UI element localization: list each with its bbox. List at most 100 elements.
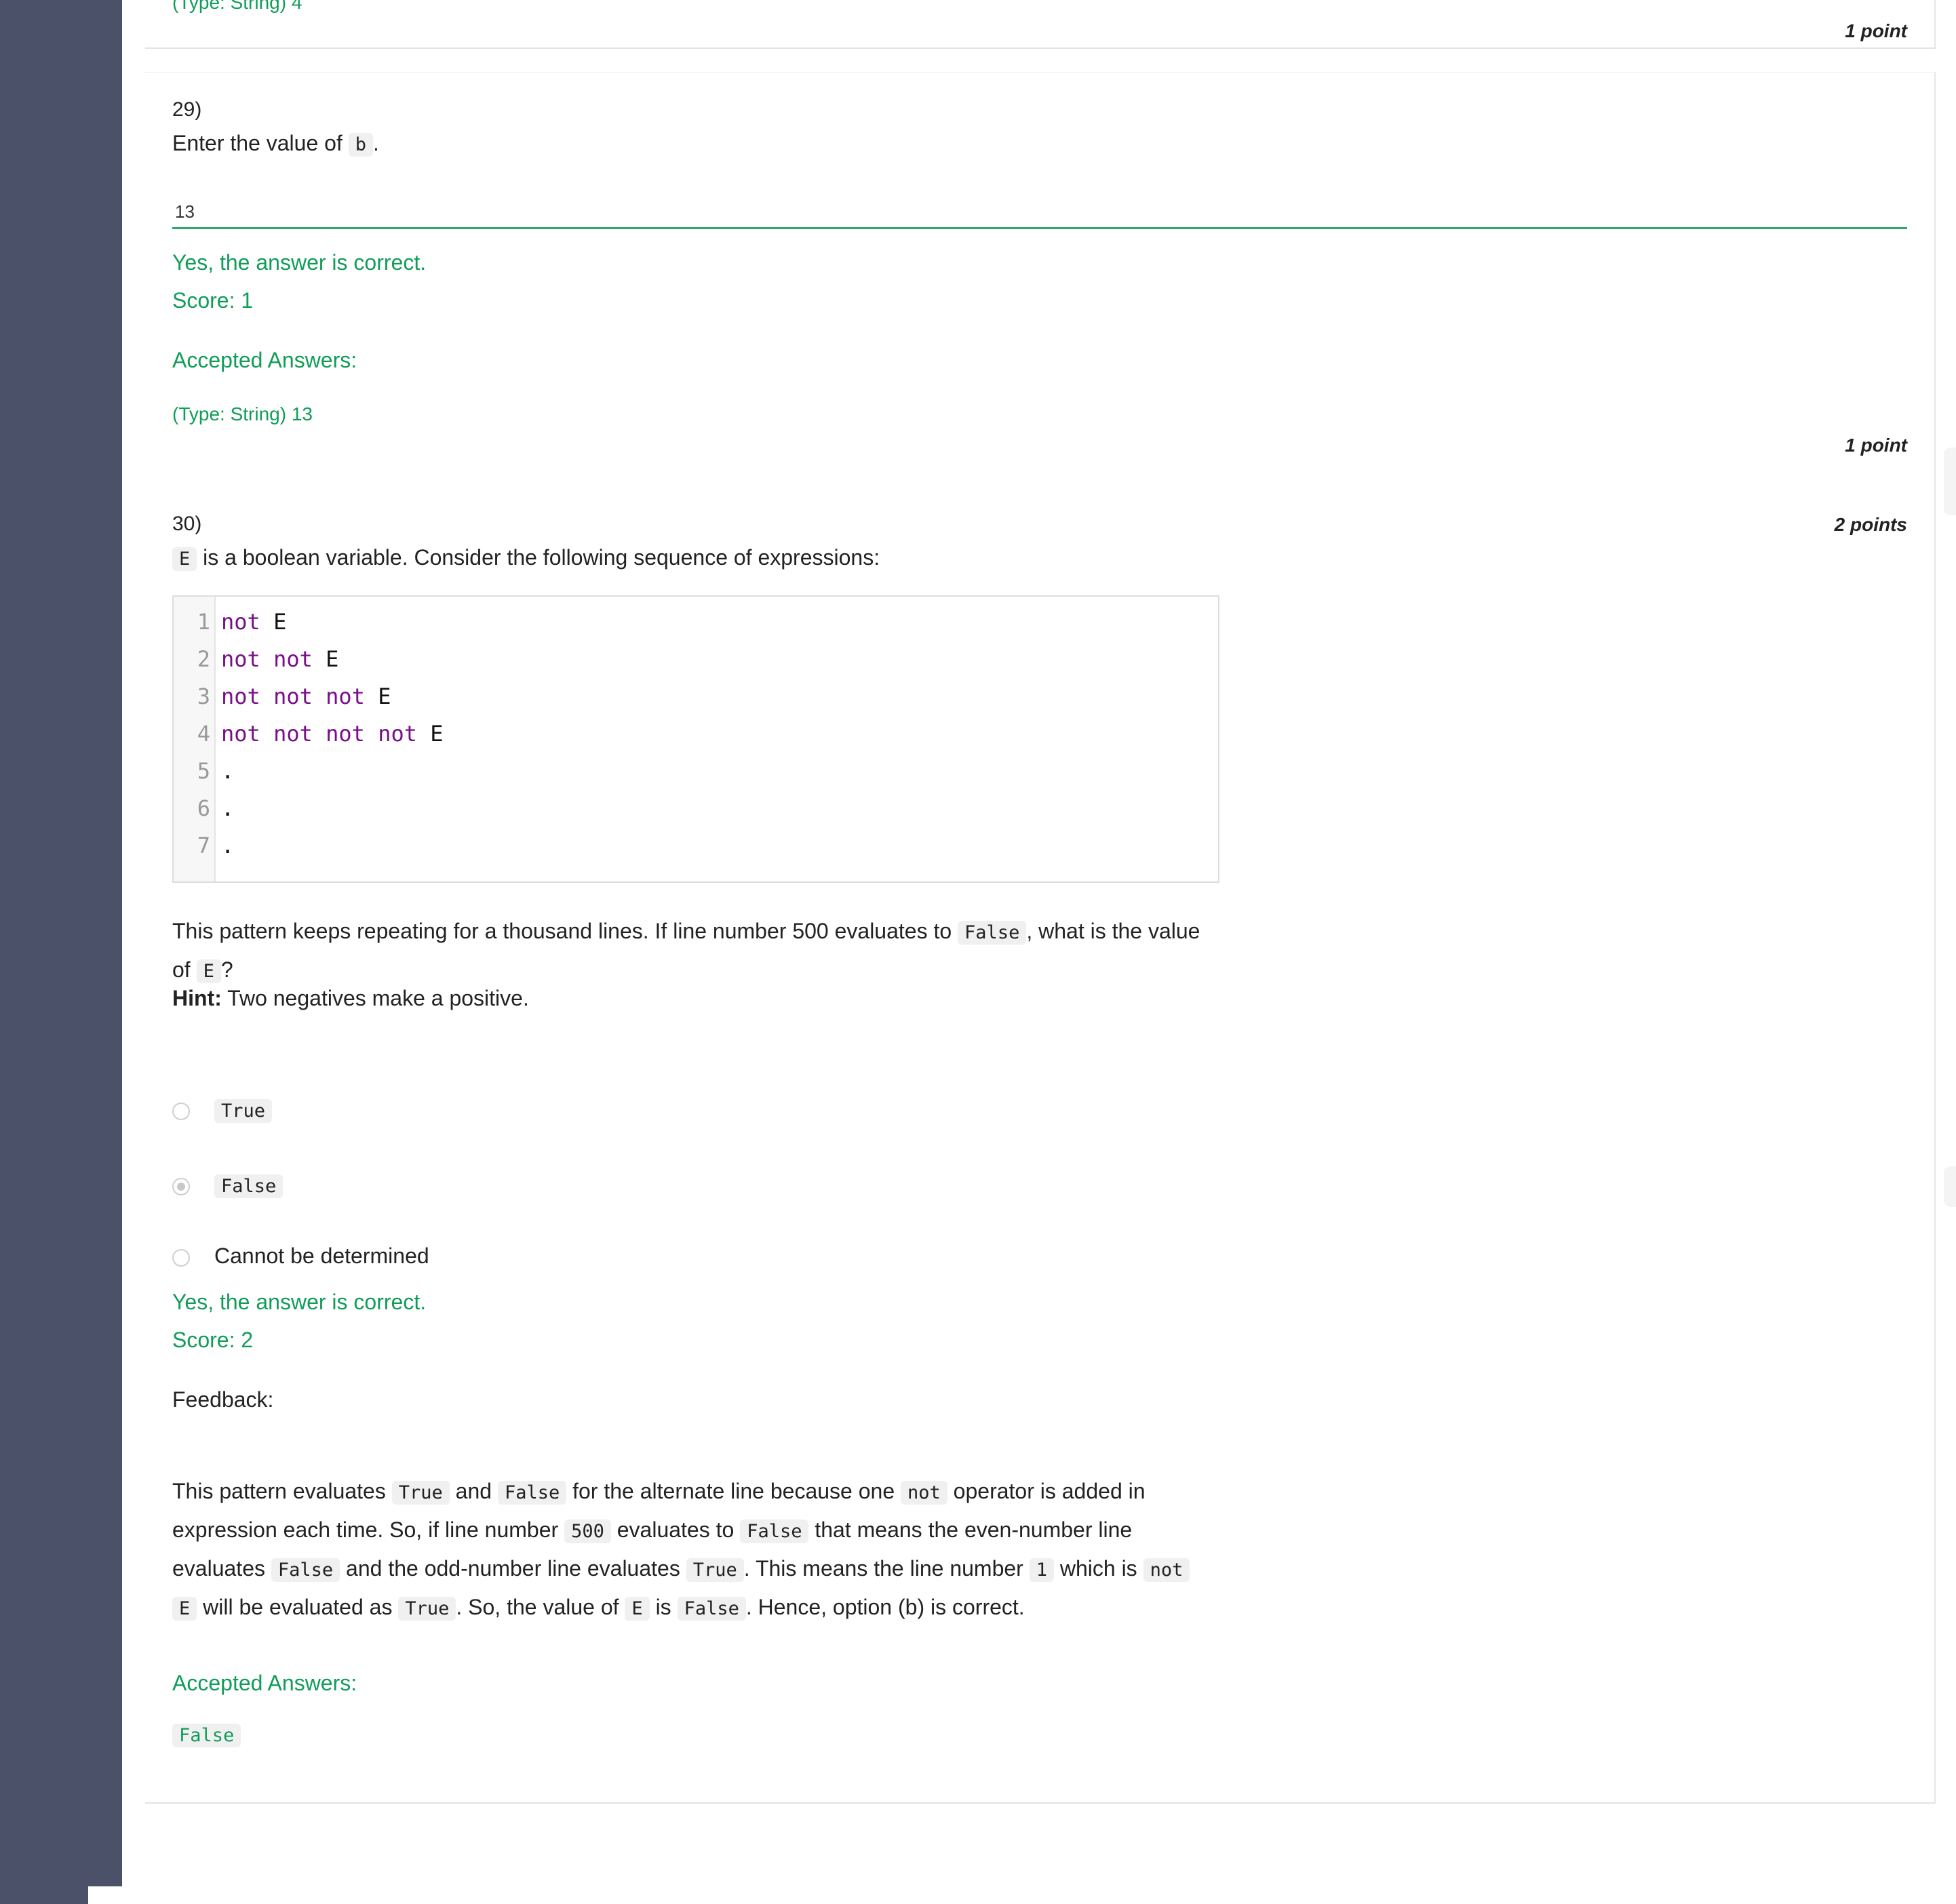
radio-button[interactable] [172,1103,190,1120]
code-text: not not not not E [221,715,444,752]
option-text: True [214,1099,273,1123]
hint-label: Hint: [172,986,222,1010]
question-intro: E is a boolean variable. Consider the fo… [172,538,880,578]
inline-code: not [1143,1558,1190,1582]
option-label[interactable]: Cannot be determined [214,1244,429,1269]
option-text: Cannot be determined [214,1244,429,1268]
code-text: . [221,790,234,827]
radio-button[interactable] [172,1249,190,1267]
points-label: 1 point [1845,20,1907,41]
option-label[interactable]: False [214,1172,283,1198]
radio-button[interactable] [172,1178,190,1195]
feedback-segment: expression each time. So, if line number [172,1518,559,1542]
option-label[interactable]: True [214,1097,273,1123]
question-text: Enter the value of b. [172,124,379,164]
code-text: not not not E [221,678,391,715]
inline-code: False [497,1481,567,1505]
feedback-segment: . This means the line number [743,1556,1023,1581]
code-keyword: not not not not [221,721,417,747]
inline-code: False [958,921,1027,945]
question-text-prefix: Enter the value of [172,131,343,155]
option-text: False [214,1174,283,1198]
line-number: 3 [197,683,210,709]
accepted-answer: (Type: String) 13 [172,403,313,424]
feedback-segment: is [655,1595,671,1619]
feedback-segment: . Hence, option (b) is correct. [745,1595,1025,1619]
line-number: 7 [197,833,210,858]
body-text: ? [220,957,233,982]
inline-code: E [172,1597,197,1621]
feedback-segment: . So, the value of [456,1595,619,1619]
code-text: . [221,753,234,789]
code-keyword: not not [221,646,313,672]
feedback-label: Feedback: [172,1387,274,1412]
result-text: Yes, the answer is correct. [172,250,427,275]
inline-code: False [271,1558,340,1582]
code-rest: E [260,609,287,635]
score-text: Score: 2 [172,1328,254,1352]
line-number: 2 [197,646,210,672]
inline-code: 500 [564,1520,611,1543]
body-text: , what is the value [1026,919,1200,943]
question-card-29: 29) Enter the value of b. 13 Yes, the an… [145,72,1936,463]
inline-code: E [625,1597,650,1621]
result-text: Yes, the answer is correct. [172,1290,427,1314]
feedback-segment: for the alternate line because one [572,1479,895,1503]
assessment-page: (Type: String) 4 1 point 29) Enter the v… [0,0,1956,1904]
left-sidebar [0,0,122,1904]
feedback-segment: This pattern evaluates [172,1479,386,1503]
inline-code: False [740,1520,809,1543]
feedback-segment: evaluates [172,1556,265,1581]
inline-code: False [677,1597,746,1621]
code-rest: E [364,683,391,709]
feedback-segment: that means the even-number line [815,1518,1133,1542]
inline-code: b [348,133,373,157]
inline-code: E [196,959,221,983]
inline-code: True [686,1558,744,1582]
right-edge-tab[interactable] [1944,1166,1956,1207]
question-body: This pattern keeps repeating for a thous… [172,913,1230,990]
code-rest: . [221,833,235,858]
code-keyword: not not not [221,683,365,709]
feedback-segment: operator is added in [953,1479,1146,1503]
accepted-answers-label: Accepted Answers: [172,348,357,372]
inline-code: True [391,1481,450,1505]
code-rest: . [221,795,235,821]
points-label: 1 point [1845,435,1907,456]
accepted-answer: False [172,1724,241,1747]
accepted-answers-label: Accepted Answers: [172,1671,357,1695]
question-number: 30) [172,513,202,535]
score-text: Score: 1 [172,288,254,313]
line-number: 1 [197,609,210,635]
code-text: . [221,827,234,864]
inline-code: 1 [1029,1558,1054,1582]
code-text: not E [221,603,286,640]
inline-code: True [398,1597,456,1621]
code-rest: E [312,646,339,672]
accepted-answer-code: False [172,1724,241,1747]
feedback-segment: and the odd-number line evaluates [346,1556,680,1581]
question-card-30: 30) 2 points E is a boolean variable. Co… [145,461,1936,1804]
feedback-segment: will be evaluated as [203,1595,393,1619]
right-edge-tab[interactable] [1944,448,1956,515]
feedback-segment: evaluates to [617,1518,735,1542]
code-text: not not E [221,641,338,677]
feedback-text: This pattern evaluates True and False fo… [172,1473,1244,1627]
question-number: 29) [172,98,202,121]
line-number: 4 [197,721,210,747]
code-rest: E [416,721,444,747]
body-text: of [172,957,191,982]
sidebar-notch [88,1886,122,1904]
question-card-28: (Type: String) 4 1 point [145,0,1936,49]
points-label: 2 points [1834,514,1907,535]
accepted-answer: (Type: String) 4 [172,0,302,13]
question-intro-text: is a boolean variable. Consider the foll… [203,545,880,570]
inline-code: E [172,547,197,571]
body-text: This pattern keeps repeating for a thous… [172,919,952,943]
code-rest: . [221,758,235,784]
code-keyword: not [221,609,260,635]
question-text-suffix: . [372,131,379,155]
answer-input[interactable]: 13 [172,201,1907,229]
line-number: 6 [197,795,210,821]
hint: Hint: Two negatives make a positive. [172,986,529,1011]
